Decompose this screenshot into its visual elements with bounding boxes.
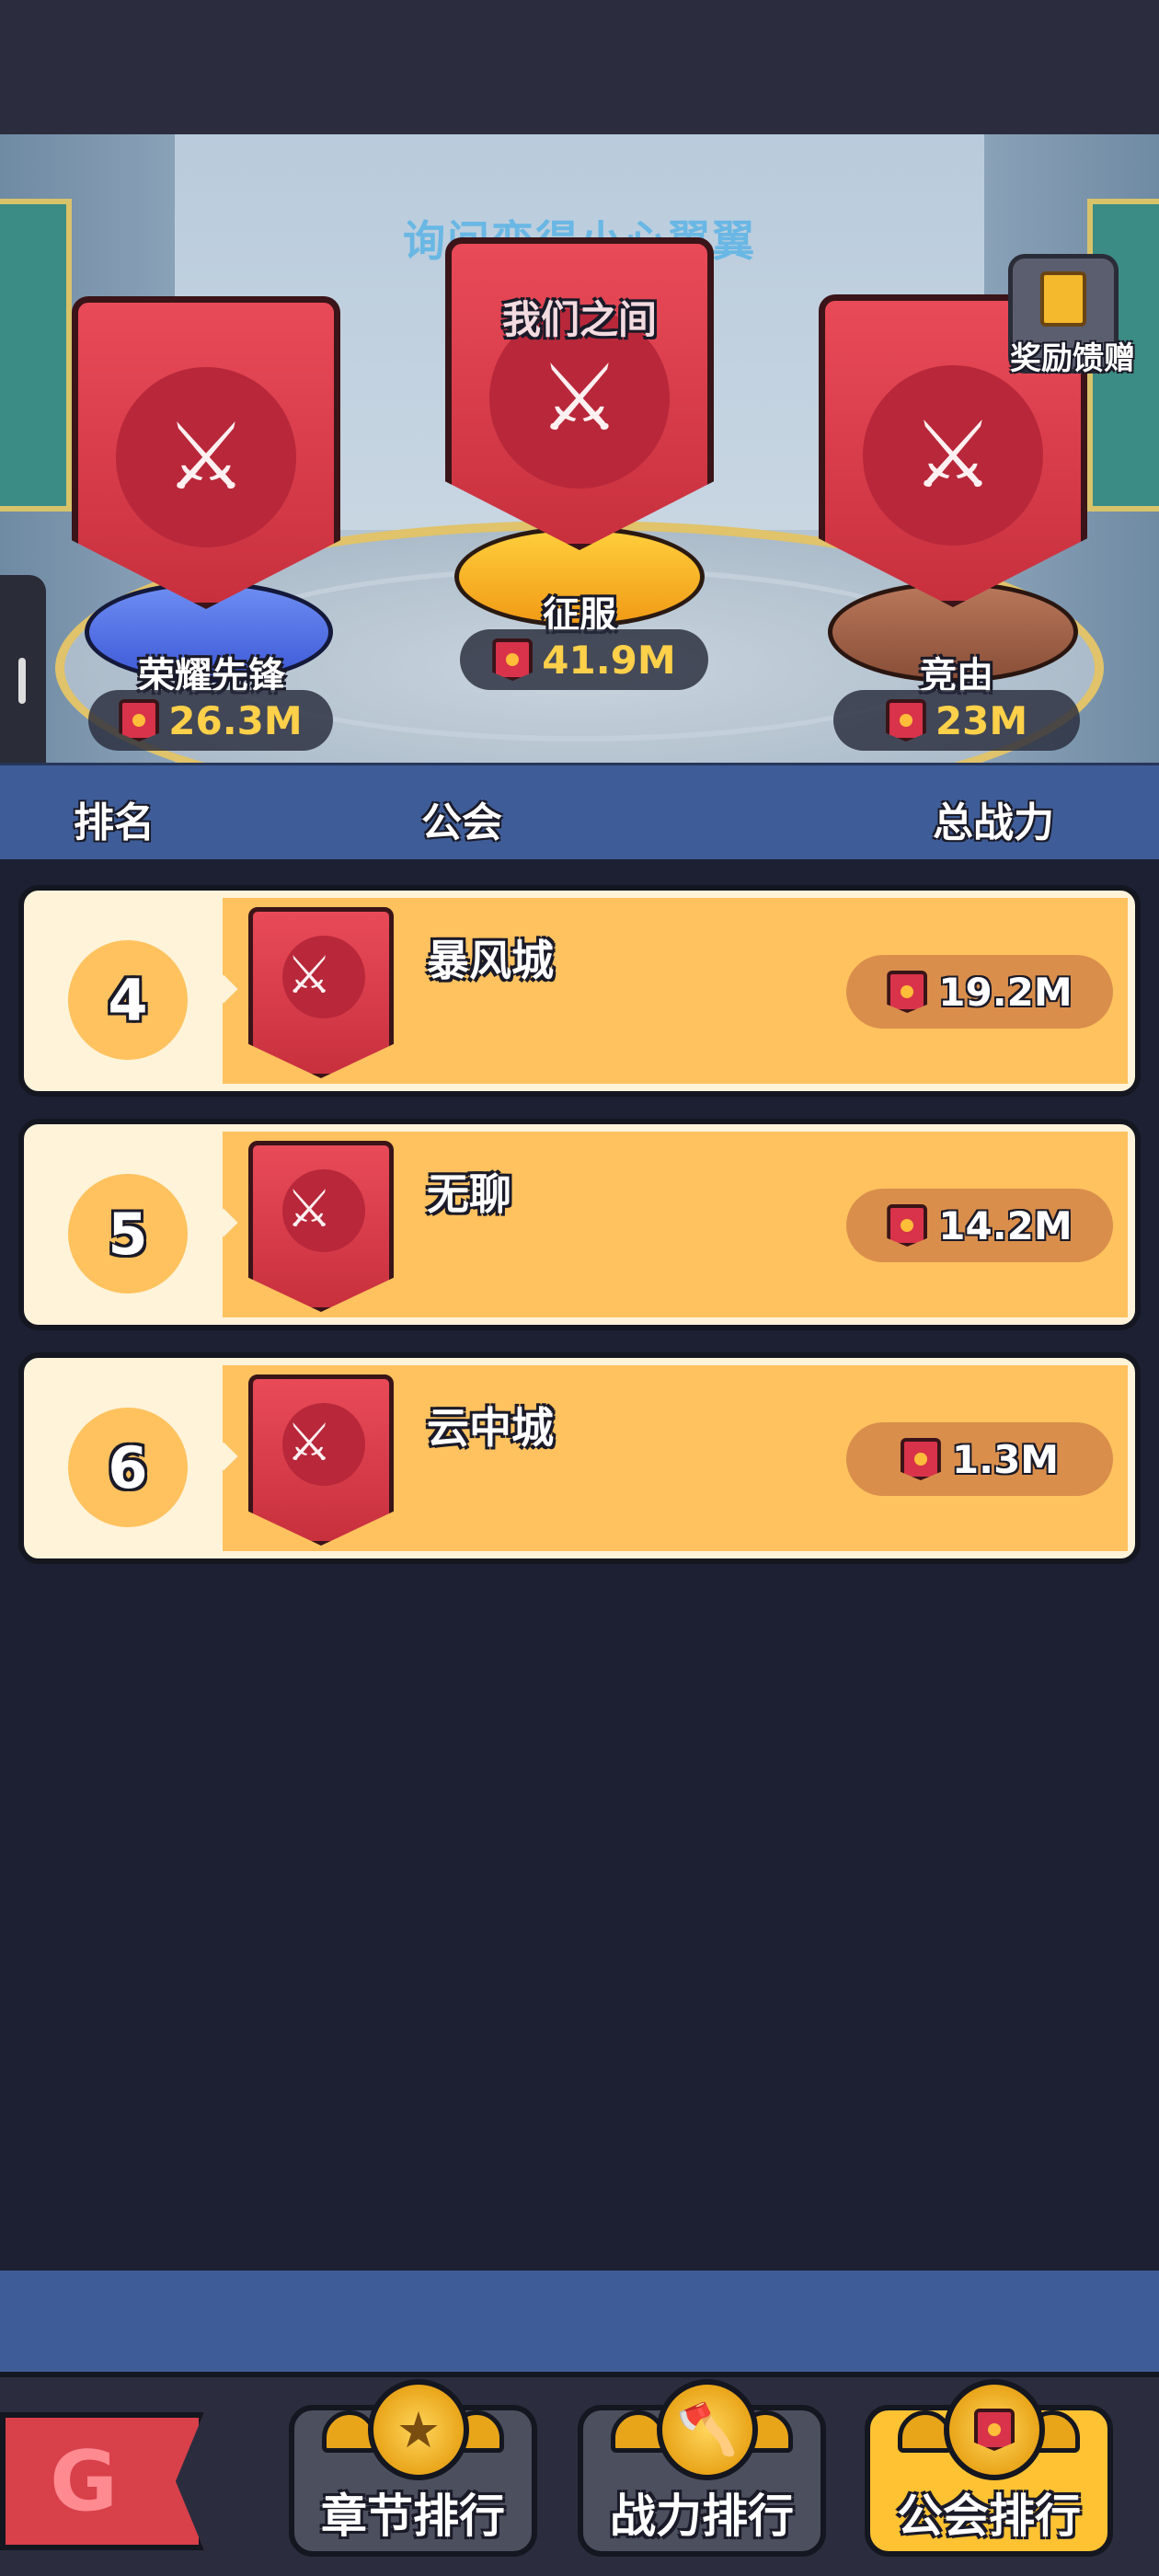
power-value: 14.2M bbox=[938, 1202, 1073, 1248]
crossed-axes-icon: ⚔ bbox=[286, 1413, 333, 1473]
podium-power-third: 23M bbox=[833, 690, 1080, 751]
crossed-axes-icon: ⚔ bbox=[912, 401, 994, 509]
tab-label: 公会排行 bbox=[897, 2490, 1081, 2543]
guild-emblem: ⚔ bbox=[248, 1141, 394, 1312]
status-bar bbox=[0, 0, 1159, 134]
guild-emblem: ⚔ bbox=[248, 907, 394, 1078]
guild-power: 19.2M bbox=[846, 955, 1113, 1029]
guild-power: 14.2M bbox=[846, 1189, 1113, 1262]
rank-badge: 5 bbox=[68, 1174, 188, 1294]
side-drawer-handle[interactable] bbox=[0, 575, 46, 783]
header-rank: 排名 bbox=[74, 799, 155, 846]
power-value: 1.3M bbox=[951, 1436, 1060, 1482]
guild-name: 无聊 bbox=[427, 1169, 511, 1219]
tab-power-ranking[interactable]: 🪓 战力排行 bbox=[578, 2379, 826, 2557]
guild-flag-icon bbox=[492, 638, 534, 681]
bottom-strip bbox=[0, 2271, 1159, 2372]
grip-icon bbox=[18, 658, 26, 704]
power-value: 23M bbox=[935, 697, 1028, 743]
power-value: 19.2M bbox=[938, 969, 1073, 1015]
guild-flag-icon bbox=[119, 699, 160, 742]
guild-emblem: ⚔ bbox=[248, 1374, 394, 1546]
guild-power: 1.3M bbox=[846, 1422, 1113, 1496]
tab-label: 章节排行 bbox=[321, 2490, 505, 2543]
header-power: 总战力 bbox=[933, 799, 1054, 846]
rank-badge: 4 bbox=[68, 940, 188, 1060]
tab-label: 战力排行 bbox=[610, 2490, 794, 2543]
rank-badge: 6 bbox=[68, 1408, 188, 1527]
back-logo-icon: G bbox=[50, 2432, 118, 2530]
crossed-axes-icon: ⚔ bbox=[538, 344, 621, 452]
ranking-row[interactable]: 6 ⚔ 云中城 1.3M bbox=[18, 1352, 1141, 1564]
bottom-nav: G ★ 章节排行 🪓 战力排行 公会排行 bbox=[0, 2372, 1159, 2576]
podium-power-second: 26.3M bbox=[88, 690, 333, 751]
crossed-axes-icon: ⚔ bbox=[286, 1179, 333, 1239]
ranking-row[interactable]: 4 ⚔ 暴风城 19.2M bbox=[18, 885, 1141, 1097]
guild-flag-icon bbox=[885, 699, 926, 742]
power-value: 41.9M bbox=[542, 637, 676, 683]
guild-name: 暴风城 bbox=[427, 936, 554, 985]
crossed-axes-icon: ⚔ bbox=[165, 403, 247, 511]
guild-flag-icon bbox=[974, 2409, 1015, 2451]
header-guild: 公会 bbox=[421, 799, 502, 846]
crossed-axes-icon: ⚔ bbox=[286, 946, 333, 1006]
axe-icon: 🪓 bbox=[657, 2379, 758, 2480]
back-button[interactable]: G bbox=[0, 2412, 204, 2550]
podium-power-first: 41.9M bbox=[460, 629, 708, 690]
guild-flag-icon bbox=[887, 1204, 928, 1247]
podium-banner-text: 我们之间 bbox=[501, 297, 657, 342]
guild-name: 云中城 bbox=[427, 1403, 554, 1453]
guild-flag-icon bbox=[944, 2379, 1045, 2480]
gift-icon bbox=[1040, 271, 1086, 327]
ranking-table-header: 排名 公会 总战力 bbox=[0, 763, 1159, 859]
tab-guild-ranking[interactable]: 公会排行 bbox=[865, 2379, 1113, 2557]
star-icon: ★ bbox=[368, 2379, 469, 2480]
tab-chapter-ranking[interactable]: ★ 章节排行 bbox=[289, 2379, 537, 2557]
guild-flag-icon bbox=[900, 1438, 941, 1480]
ranking-list: 4 ⚔ 暴风城 19.2M 5 ⚔ 无聊 14.2M 6 ⚔ 云中城 1.3M bbox=[18, 885, 1141, 1586]
power-value: 26.3M bbox=[168, 697, 303, 743]
guild-flag-icon bbox=[887, 971, 928, 1013]
ranking-row[interactable]: 5 ⚔ 无聊 14.2M bbox=[18, 1119, 1141, 1330]
reward-gift-label[interactable]: 奖励馈赠 bbox=[999, 333, 1146, 378]
